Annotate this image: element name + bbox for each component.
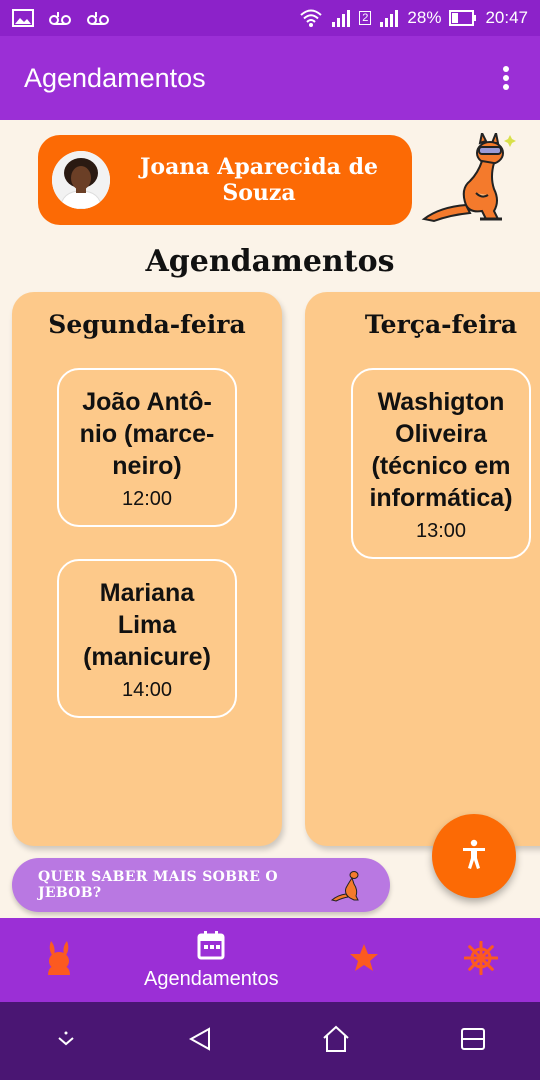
appointment-name-line: Washigton <box>377 388 505 416</box>
appointment-name-line: neiro) <box>112 452 182 480</box>
appointment-name-line: nio (marce- <box>79 420 215 448</box>
appointment-card[interactable]: Mariana Lima (manicure) 14:00 <box>57 559 237 718</box>
main-content: Joana Aparecida de Souza Agendamentos Se… <box>0 120 540 918</box>
appointment-name: Mariana Lima (manicure) <box>67 577 227 673</box>
battery-percent: 28% <box>407 8 442 27</box>
day-title: Terça-feira <box>364 310 518 339</box>
appointment-name-line: (técnico em <box>371 452 511 480</box>
appointment-name-line: João Antô- <box>82 388 212 416</box>
appointment-name: Washigton Oliveira (técnico em informáti… <box>361 386 521 514</box>
appointment-time: 13:00 <box>415 520 467 542</box>
appointment-name-line: Mariana <box>99 579 195 607</box>
hide-keyboard-icon[interactable] <box>54 1029 78 1053</box>
gallery-icon <box>12 9 34 27</box>
about-jebob-button[interactable]: QUER SABER MAIS SOBRE O JEBOB? <box>12 858 390 912</box>
app-title: Agendamentos <box>24 62 206 93</box>
bottom-navigation: Agendamentos <box>0 918 540 1002</box>
voicemail-icon <box>48 9 72 27</box>
nav-item-home[interactable] <box>0 918 117 1002</box>
day-column-tuesday: Terça-feira Washigton Oliveira (técnico … <box>305 292 540 846</box>
rabbit-icon <box>44 939 74 981</box>
user-profile-card[interactable]: Joana Aparecida de Souza <box>38 135 412 225</box>
calendar-icon <box>197 930 225 964</box>
kangaroo-icon <box>330 868 364 902</box>
appointment-name-line: (manicure) <box>83 643 211 671</box>
star-icon <box>349 943 379 977</box>
accessibility-icon <box>461 839 487 873</box>
voicemail-icon-2 <box>86 9 110 27</box>
wifi-icon <box>299 8 323 28</box>
section-title: Agendamentos <box>145 244 395 279</box>
appointment-name-line: informática) <box>369 484 513 512</box>
user-name: Joana Aparecida de Souza <box>140 154 378 206</box>
home-icon[interactable] <box>321 1025 351 1057</box>
nav-item-agendamentos[interactable]: Agendamentos <box>117 918 305 1002</box>
appointment-card[interactable]: Washigton Oliveira (técnico em informáti… <box>351 368 531 559</box>
about-jebob-label: QUER SABER MAIS SOBRE O JEBOB? <box>38 869 278 901</box>
app-bar: Agendamentos <box>0 36 540 120</box>
overflow-menu-icon[interactable] <box>496 62 516 94</box>
day-title: Segunda-feira <box>48 310 246 339</box>
signal-icon <box>331 8 351 28</box>
day-column-monday: Segunda-feira João Antô- nio (marce- nei… <box>12 292 282 846</box>
appointment-time: 14:00 <box>121 679 173 701</box>
appointment-card[interactable]: João Antô- nio (marce- neiro) 12:00 <box>57 368 237 527</box>
kangaroo-mascot-icon <box>420 129 520 225</box>
clock: 20:47 <box>485 8 528 27</box>
system-navigation-bar <box>0 1002 540 1080</box>
appointment-name-line: Lima <box>117 611 177 639</box>
battery-icon <box>449 10 477 26</box>
status-bar: 2 28% 20:47 <box>0 0 540 36</box>
appointment-name: João Antô- nio (marce- neiro) <box>67 386 227 482</box>
avatar <box>52 151 110 209</box>
recents-icon[interactable] <box>460 1026 486 1056</box>
appointment-time: 12:00 <box>121 488 173 510</box>
accessibility-button[interactable] <box>432 814 516 898</box>
back-icon[interactable] <box>187 1026 213 1056</box>
signal-icon-2 <box>379 8 399 28</box>
ship-wheel-icon <box>463 940 499 979</box>
sim-index-badge: 2 <box>359 11 372 25</box>
nav-item-favorites[interactable] <box>305 918 422 1002</box>
nav-item-explore[interactable] <box>423 918 540 1002</box>
appointment-name-line: Oliveira <box>395 420 487 448</box>
nav-label-agendamentos: Agendamentos <box>144 967 279 990</box>
